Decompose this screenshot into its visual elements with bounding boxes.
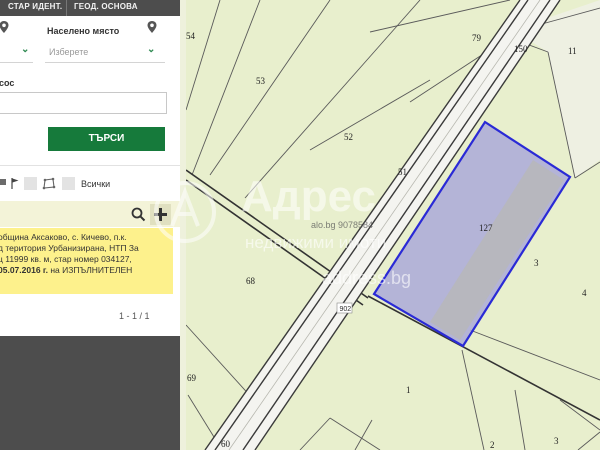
search-button[interactable]: ТЪРСИ [48, 127, 165, 151]
panel-footer [0, 336, 180, 450]
result-line: д територия Урбанизирана, НТП За [0, 243, 139, 253]
address-input[interactable] [0, 92, 167, 114]
results-header [0, 201, 180, 227]
settlement-select[interactable]: Изберете [49, 47, 88, 57]
tool-icon[interactable] [0, 177, 8, 190]
field-underline [45, 62, 165, 63]
plot-number: 60 [221, 439, 231, 449]
result-text: на ИЗПЪЛНИТЕЛЕН [47, 265, 133, 275]
filter-checkbox[interactable] [62, 177, 75, 190]
filter-all-label[interactable]: Всички [81, 179, 110, 189]
map-pin-icon [147, 21, 157, 33]
plot-number: 3 [534, 258, 539, 268]
flag-icon[interactable] [10, 177, 20, 190]
tab-old-identifier[interactable]: СТАР ИДЕНТ. [8, 2, 62, 11]
address-label: сос [0, 78, 15, 88]
road-label: 902 [340, 306, 352, 313]
plot-number: 53 [256, 76, 266, 86]
plot-number: 2 [490, 440, 495, 450]
plot-number: 52 [344, 132, 353, 142]
plot-number: 69 [187, 373, 197, 383]
plot-number: 11 [568, 46, 577, 56]
panel-tab-bar: СТАР ИДЕНТ. ГЕОД. ОСНОВА [0, 0, 180, 16]
chevron-down-icon[interactable]: ⌄ [21, 44, 29, 55]
result-date: 05.07.2016 г. [0, 265, 48, 275]
map-pin-icon [0, 21, 9, 33]
search-icon[interactable] [131, 207, 146, 222]
plot-number: 4 [582, 288, 587, 298]
filter-checkbox[interactable] [24, 177, 37, 190]
plot-number: 54 [186, 31, 196, 41]
plot-number: 127 [479, 223, 493, 233]
search-panel: СТАР ИДЕНТ. ГЕОД. ОСНОВА ⌄ Населено мяст… [0, 0, 180, 450]
plot-number: 3 [554, 436, 559, 446]
cadastral-map[interactable]: 902 54 79 150 11 53 52 51 127 3 4 68 69 … [186, 0, 600, 450]
plus-icon [154, 208, 167, 221]
result-line: ц 11999 кв. м, стар номер 034127, [0, 254, 132, 264]
chevron-down-icon[interactable]: ⌄ [147, 44, 155, 55]
plot-number: 51 [398, 167, 407, 177]
result-line: община Аксаково, с. Кичево, п.к. [0, 232, 127, 242]
add-button[interactable] [150, 204, 171, 225]
plot-number: 79 [472, 33, 482, 43]
divider [0, 165, 180, 166]
plot-number: 68 [246, 276, 256, 286]
result-list-item[interactable]: община Аксаково, с. Кичево, п.к. д терит… [0, 228, 173, 294]
plot-number: 1 [406, 385, 411, 395]
plot-number: 150 [514, 44, 528, 54]
result-line: 05.07.2016 г. на ИЗПЪЛНИТЕЛЕН [0, 265, 173, 276]
field-underline [0, 62, 33, 63]
tab-divider [66, 0, 67, 16]
polygon-icon[interactable] [42, 177, 56, 190]
pagination-text: 1 - 1 / 1 [119, 311, 150, 321]
settlement-label: Населено място [47, 26, 120, 36]
tab-geodetic-basis[interactable]: ГЕОД. ОСНОВА [74, 2, 138, 11]
